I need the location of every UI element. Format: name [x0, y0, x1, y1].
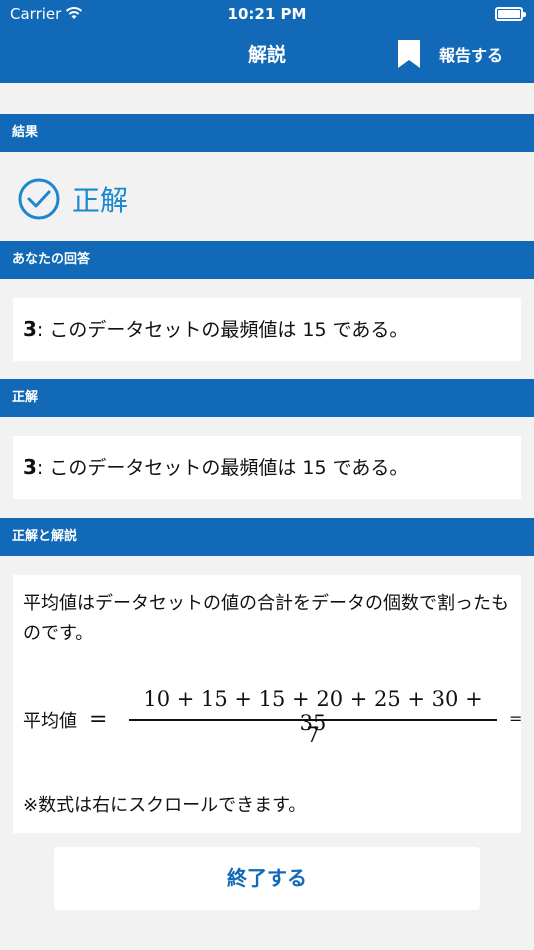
fraction-line [129, 719, 497, 721]
finish-button[interactable]: 終了する [54, 847, 480, 910]
correct-answer-statement: : このデータセットの最頻値は 15 である。 [36, 457, 409, 479]
report-label: 報告する [439, 46, 504, 65]
explanation-header: 正解と解説 [0, 518, 534, 556]
your-answer-card: 3: このデータセットの最頻値は 15 である。 [13, 298, 521, 361]
your-answer-statement: : このデータセットの最頻値は 15 である。 [36, 319, 409, 341]
correct-answer-header: 正解 [0, 379, 534, 417]
formula-trailing-equals: = [509, 709, 523, 728]
result-status: 正解 [18, 178, 128, 220]
explanation-text: 平均値はデータセットの値の合計をデータの個数で割ったものです。 [23, 593, 509, 644]
result-value: 正解 [72, 184, 129, 217]
your-answer-text: 3: このデータセットの最頻値は 15 である。 [23, 315, 408, 342]
your-answer-number: 3 [23, 317, 37, 341]
correct-answer-number: 3 [23, 455, 37, 479]
explanation-card: 平均値はデータセットの値の合計をデータの個数で割ったものです。 平均値 = 10… [13, 575, 523, 833]
report-button[interactable]: 報告する [398, 38, 503, 70]
formula-label: 平均値 [23, 711, 77, 732]
check-circle-icon [18, 178, 60, 220]
formula-scroll[interactable]: 平均値 = 10 + 15 + 15 + 20 + 25 + 30 + 35 7… [23, 685, 523, 765]
clock: 10:21 PM [227, 5, 307, 23]
battery-icon [495, 7, 526, 21]
navigation-bar: Carrier 10:21 PM 解説 報告する [0, 0, 534, 83]
bookmark-icon [398, 40, 420, 68]
your-answer-header: あなたの回答 [0, 241, 534, 279]
formula-denominator: 7 [306, 723, 320, 747]
correct-answer-card: 3: このデータセットの最頻値は 15 である。 [13, 436, 521, 499]
formula-equals: = [89, 707, 108, 732]
status-bar: Carrier 10:21 PM [0, 0, 534, 30]
correct-answer-text: 3: このデータセットの最頻値は 15 である。 [23, 453, 408, 480]
scroll-note: ※数式は右にスクロールできます。 [23, 795, 307, 816]
result-header: 結果 [0, 114, 534, 152]
